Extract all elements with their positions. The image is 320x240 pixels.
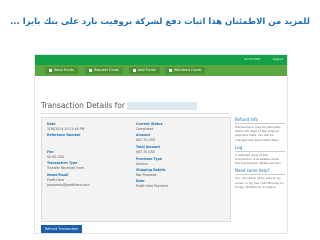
transaction-details-card: Date 3/28/2014 10:11:44 PM Reference Num…: [41, 117, 231, 222]
top-bar: ACCOUNT Logout: [35, 55, 287, 65]
name-value: Profit Hard: [47, 178, 64, 182]
logout-link[interactable]: Logout: [273, 57, 283, 61]
total-value: $67.70 USD: [136, 150, 155, 154]
purchase-type-label: Purchase Type: [136, 157, 162, 161]
log-heading: Log: [235, 144, 243, 150]
nav-request-funds[interactable]: Request Funds: [85, 67, 123, 74]
date-value: 3/28/2014 10:11:44 PM: [47, 127, 85, 131]
redacted-name: [127, 102, 197, 110]
total-label: Total Amount: [136, 145, 160, 149]
fee-label: Fee: [47, 150, 54, 154]
name-email-label: Name/Email: [47, 173, 69, 177]
info-sidebar: Refund Info Transactions may be refunded…: [235, 115, 285, 192]
sidebar-divider: [235, 150, 285, 152]
page-title: Transaction Details for: [41, 101, 197, 110]
help-heading: Need some help?: [235, 168, 270, 174]
send-icon: [49, 68, 52, 72]
nav-bar: Send Funds Request Funds Add Funds Withd…: [35, 65, 287, 76]
purchase-type-value: Service: [136, 162, 148, 166]
refund-info-text: Transactions may be refunded within 60 d…: [235, 125, 281, 142]
caption-text: للمزيد من الاطمئنان هذا اثبات دفع لشركة …: [10, 17, 310, 27]
shipping-value: Not Provided: [136, 173, 157, 177]
sidebar-divider: [235, 123, 285, 124]
nav-withdraw-funds[interactable]: Withdraw Funds: [165, 67, 206, 74]
sidebar-divider: [235, 174, 285, 176]
reference-label: Reference Number: [47, 133, 81, 137]
refund-transaction-button[interactable]: Refund Transaction: [41, 225, 83, 233]
screenshot-panel: ACCOUNT Logout Send Funds Request Funds …: [34, 54, 288, 234]
add-icon: [133, 68, 136, 72]
nav-send-funds[interactable]: Send Funds: [45, 67, 78, 74]
help-text: You can reach us by phone, by email, or …: [235, 176, 284, 189]
email-value[interactable]: payments@profithard.com: [47, 183, 90, 187]
log-text: A detailed view of the transaction is av…: [235, 152, 282, 166]
shipping-label: Shipping Details: [136, 168, 166, 172]
title-divider: [41, 113, 229, 114]
fee-value: $0.00 USD: [47, 155, 64, 159]
withdraw-icon: [169, 68, 172, 72]
request-icon: [89, 68, 92, 72]
account-link[interactable]: ACCOUNT: [244, 57, 261, 61]
amount-value: $67.70 USD: [136, 138, 155, 142]
amount-label: Amount: [136, 133, 151, 137]
status-label: Current Status: [136, 122, 163, 126]
type-value: Transfer Received from: [47, 166, 84, 170]
note-label: Note: [136, 179, 145, 183]
type-label: Transaction Type: [47, 161, 78, 165]
refund-info-heading: Refund Info: [235, 117, 258, 122]
note-value: Profit Hard Payment: [136, 184, 168, 188]
status-value: Completed: [136, 127, 154, 131]
date-label: Date: [47, 122, 56, 126]
nav-add-funds[interactable]: Add Funds: [129, 67, 160, 74]
